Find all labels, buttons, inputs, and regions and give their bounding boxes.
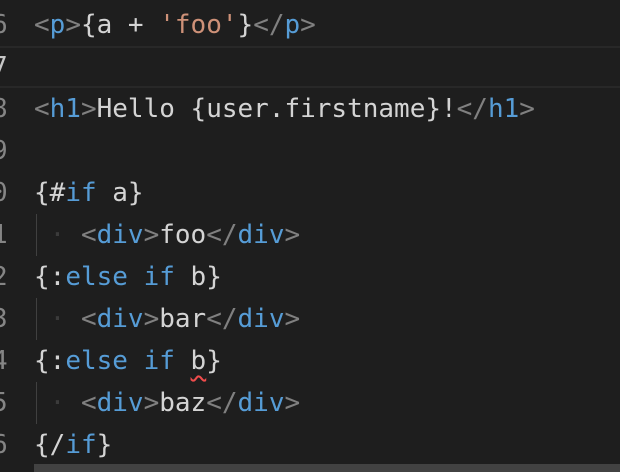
code-token: < <box>80 304 97 334</box>
code-line[interactable]: 7 <box>0 46 620 88</box>
code-token: p <box>49 10 66 40</box>
code-line[interactable]: 1 · <div>foo</div> <box>0 214 620 256</box>
whitespace-marker: · <box>34 304 66 334</box>
code-token: bar <box>159 304 207 334</box>
line-number: 0 <box>0 172 12 214</box>
code-token: } <box>96 430 113 460</box>
code-token: > <box>143 388 160 418</box>
code-token: < <box>34 10 50 40</box>
code-token: p <box>284 10 301 40</box>
code-token: > <box>143 220 160 250</box>
code-token: else if <box>65 262 175 292</box>
line-number: 3 <box>0 298 12 340</box>
code-text: · <div>bar</div> <box>34 298 301 340</box>
code-token: > <box>80 94 97 124</box>
code-token: {a + <box>80 10 160 40</box>
code-token: } <box>237 10 254 40</box>
code-token: div <box>96 388 144 418</box>
line-number: 2 <box>0 256 12 298</box>
code-token: < <box>80 220 97 250</box>
code-line[interactable]: 0 {#if a} <box>0 172 620 214</box>
code-line[interactable]: 6 {/if} <box>0 424 620 466</box>
line-number: 9 <box>0 130 12 172</box>
code-token: > <box>519 94 535 124</box>
code-token: h1 <box>49 94 81 124</box>
line-number: 6 <box>0 4 12 46</box>
code-token: h1 <box>487 94 520 124</box>
code-token: div <box>237 220 285 250</box>
line-number: 6 <box>0 424 12 466</box>
code-token: div <box>96 304 144 334</box>
code-token: 'foo' <box>159 10 238 40</box>
code-text: {:else if b} <box>34 340 222 382</box>
code-token: if <box>65 178 97 208</box>
code-line[interactable]: 9 <box>0 130 620 172</box>
line-number: 8 <box>0 88 12 130</box>
code-token: } <box>206 346 222 376</box>
code-token: < <box>34 94 50 124</box>
code-token: > <box>65 10 81 40</box>
code-token: > <box>143 304 160 334</box>
code-token: < <box>80 388 97 418</box>
code-token: </ <box>253 10 285 40</box>
error-token: b <box>190 346 207 376</box>
code-token: {/ <box>34 430 66 460</box>
code-token: a} <box>96 178 144 208</box>
code-token: </ <box>206 304 238 334</box>
code-text: {/if} <box>34 424 112 466</box>
code-token: Hello {user.firstname}! <box>96 94 457 124</box>
code-token: > <box>284 388 301 418</box>
code-text: {#if a} <box>34 172 144 214</box>
code-token: > <box>300 10 316 40</box>
line-number: 4 <box>0 340 12 382</box>
code-token: {: <box>34 262 66 292</box>
code-token: </ <box>456 94 488 124</box>
code-text: {:else if b} <box>34 256 222 298</box>
code-token: else if <box>65 346 175 376</box>
code-token: </ <box>206 220 238 250</box>
code-token: baz <box>159 388 207 418</box>
code-editor[interactable]: 6<p>{a + 'foo'}</p>78<h1>Hello {user.fir… <box>0 0 620 472</box>
code-token: {# <box>34 178 66 208</box>
code-token: > <box>284 220 301 250</box>
code-line[interactable]: 2 {:else if b} <box>0 256 620 298</box>
code-line[interactable]: 8<h1>Hello {user.firstname}!</h1> <box>0 88 620 130</box>
indent-guide <box>36 298 37 340</box>
code-token: div <box>237 304 285 334</box>
whitespace-marker: · <box>34 220 66 250</box>
code-line[interactable]: 4 {:else if b} <box>0 340 620 382</box>
code-text: · <div>baz</div> <box>34 382 301 424</box>
code-token: </ <box>206 388 238 418</box>
code-token: b} <box>174 262 222 292</box>
code-line[interactable]: 3 · <div>bar</div> <box>0 298 620 340</box>
code-text: · <div>foo</div> <box>34 214 301 256</box>
code-text: <h1>Hello {user.firstname}!</h1> <box>34 88 535 130</box>
code-text: <p>{a + 'foo'}</p> <box>34 4 316 46</box>
indent-guide <box>36 214 37 256</box>
line-number: 1 <box>0 214 12 256</box>
line-number: 5 <box>0 382 12 424</box>
line-number: 7 <box>0 48 12 86</box>
code-token: > <box>284 304 301 334</box>
whitespace-marker: · <box>34 388 66 418</box>
code-line[interactable]: 5 · <div>baz</div> <box>0 382 620 424</box>
code-token: {: <box>34 346 66 376</box>
indent-guide <box>36 382 37 424</box>
code-token: div <box>237 388 285 418</box>
code-token: if <box>65 430 97 460</box>
code-token: div <box>96 220 144 250</box>
code-line[interactable]: 6<p>{a + 'foo'}</p> <box>0 4 620 46</box>
code-token: foo <box>159 220 207 250</box>
